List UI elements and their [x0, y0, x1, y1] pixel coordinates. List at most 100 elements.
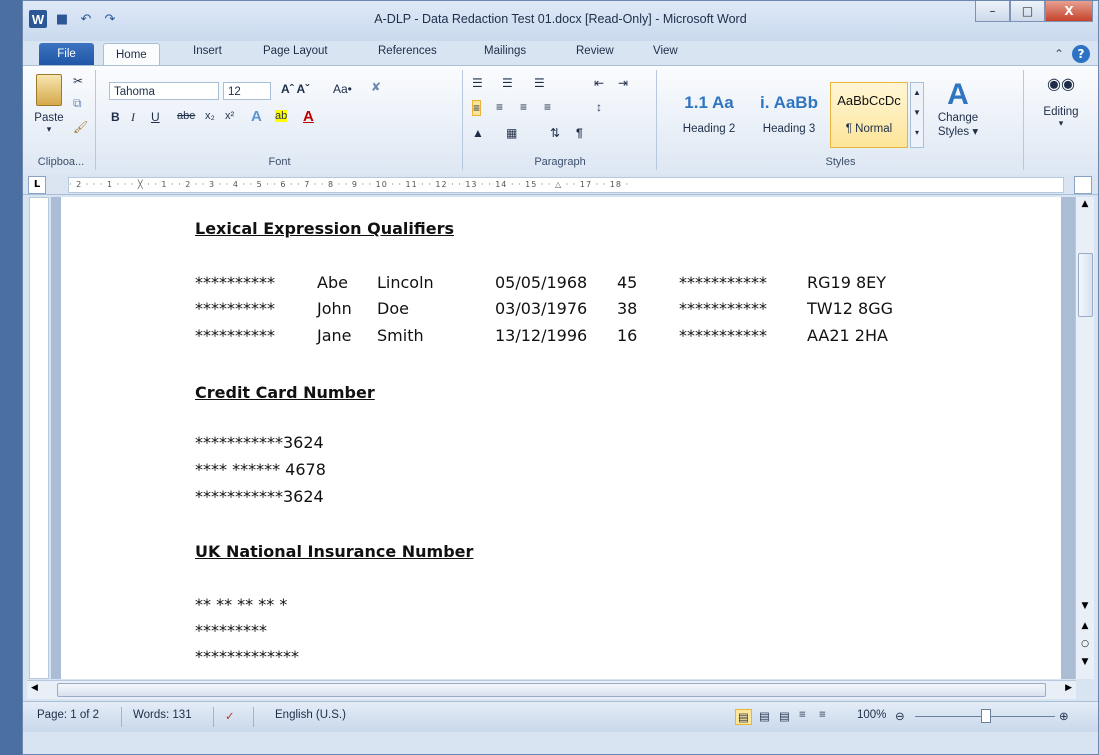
- justify-icon[interactable]: ≡: [544, 100, 551, 114]
- maximize-button[interactable]: □: [1010, 1, 1045, 22]
- row1-mask: **********: [195, 273, 275, 292]
- print-layout-icon[interactable]: ▤: [735, 709, 752, 725]
- numbering-icon[interactable]: ☰: [502, 76, 513, 90]
- zoom-out-icon[interactable]: ⊖: [895, 709, 905, 723]
- line-spacing-icon[interactable]: ↕: [596, 100, 602, 114]
- tab-selector[interactable]: L: [28, 176, 46, 194]
- highlight-icon[interactable]: ab: [275, 110, 288, 122]
- horizontal-scrollbar[interactable]: ◀ ▶: [27, 680, 1076, 699]
- help-icon[interactable]: ?: [1072, 45, 1090, 63]
- align-center-icon[interactable]: ≡: [496, 100, 503, 114]
- multilevel-list-icon[interactable]: ☰: [534, 76, 545, 90]
- style-sample: i. AaBb: [760, 93, 818, 112]
- tab-home[interactable]: Home: [103, 43, 160, 66]
- next-page-icon[interactable]: ▼: [1076, 657, 1094, 667]
- styles-scroll[interactable]: ▲ ▼ ▾: [910, 82, 924, 148]
- style-heading-3[interactable]: i. AaBb Heading 3: [750, 82, 828, 148]
- previous-page-icon[interactable]: ▲: [1076, 621, 1094, 631]
- bold-button[interactable]: B: [111, 110, 120, 124]
- align-left-icon[interactable]: ≡: [472, 100, 482, 116]
- vertical-ruler[interactable]: [29, 197, 49, 679]
- heading-credit-card-number: Credit Card Number: [195, 383, 375, 402]
- scroll-right-icon[interactable]: ▶: [1065, 683, 1072, 693]
- tab-references[interactable]: References: [378, 45, 437, 57]
- italic-button[interactable]: I: [131, 110, 135, 125]
- underline-button[interactable]: U: [151, 110, 160, 124]
- style-normal[interactable]: AaBbCcDc ¶ Normal: [830, 82, 908, 148]
- show-marks-icon[interactable]: ¶: [576, 126, 583, 140]
- cut-icon[interactable]: ✂: [73, 74, 83, 88]
- scroll-up-icon[interactable]: ▲: [1076, 199, 1094, 209]
- format-painter-icon[interactable]: 🖌: [73, 120, 88, 134]
- scroll-down-icon[interactable]: ▼: [1076, 601, 1094, 611]
- tab-review[interactable]: Review: [576, 45, 614, 57]
- grow-font-icon[interactable]: Aˆ Aˇ: [281, 82, 309, 96]
- clipboard-group: Paste ▾ ✂ ⧉ 🖌 Clipboa...: [27, 70, 96, 170]
- decrease-indent-icon[interactable]: ⇤: [594, 76, 604, 90]
- scroll-left-icon[interactable]: ◀: [31, 683, 38, 693]
- vertical-scrollbar[interactable]: ▲ ▼ ▲ ○ ▼: [1075, 197, 1094, 679]
- close-button[interactable]: X: [1045, 1, 1093, 22]
- borders-icon[interactable]: ▦: [506, 126, 517, 140]
- tab-view[interactable]: View: [653, 45, 678, 57]
- zoom-in-icon[interactable]: ⊕: [1059, 709, 1069, 723]
- subscript-button[interactable]: x₂: [205, 110, 215, 122]
- proofing-icon[interactable]: ✓: [225, 709, 235, 723]
- change-case-button[interactable]: Aa•: [333, 82, 352, 96]
- tab-file[interactable]: File: [39, 43, 94, 65]
- tab-insert[interactable]: Insert: [193, 45, 222, 57]
- outline-icon[interactable]: ≡: [799, 709, 806, 721]
- clear-formatting-icon[interactable]: ✘: [371, 80, 381, 94]
- zoom-level[interactable]: 100%: [857, 709, 886, 721]
- web-layout-icon[interactable]: ▤: [779, 709, 790, 723]
- paste-icon: [36, 74, 62, 106]
- row3-mask: **********: [195, 326, 275, 345]
- full-screen-reading-icon[interactable]: ▤: [759, 709, 770, 723]
- font-color-icon[interactable]: A: [303, 108, 314, 125]
- font-size-box[interactable]: 12: [223, 82, 271, 100]
- row1-last-name: Lincoln: [377, 273, 434, 292]
- tab-mailings[interactable]: Mailings: [484, 45, 526, 57]
- row3-first-name: Jane: [317, 326, 352, 345]
- minimize-button[interactable]: –: [975, 1, 1010, 22]
- row3-age: 16: [617, 326, 638, 345]
- minimize-ribbon-icon[interactable]: ⌃: [1054, 47, 1064, 61]
- select-browse-object-icon[interactable]: ○: [1076, 639, 1094, 649]
- clipboard-group-label: Clipboa...: [37, 156, 85, 168]
- draft-icon[interactable]: ≡: [819, 709, 826, 721]
- ribbon-tabs: File Home Insert Page Layout References …: [23, 41, 1098, 66]
- editing-label: Editing: [1043, 106, 1079, 118]
- status-separator: [253, 707, 254, 727]
- ribbon: Paste ▾ ✂ ⧉ 🖌 Clipboa... Tahoma 12 Aˆ Aˇ…: [23, 65, 1098, 175]
- bullets-icon[interactable]: ☰: [472, 76, 483, 90]
- tab-page-layout[interactable]: Page Layout: [263, 45, 328, 57]
- view-ruler-icon[interactable]: [1074, 176, 1092, 194]
- change-styles-button[interactable]: A Change Styles ▾: [930, 78, 986, 138]
- word-count[interactable]: Words: 131: [133, 709, 192, 721]
- sort-icon[interactable]: ⇅: [550, 126, 560, 140]
- font-name-box[interactable]: Tahoma: [109, 82, 219, 100]
- vertical-scroll-thumb[interactable]: [1078, 253, 1093, 317]
- horizontal-scroll-thumb[interactable]: [57, 683, 1046, 697]
- editing-button[interactable]: ◉◉ Editing ▾: [1035, 74, 1087, 129]
- row2-postcode-mask: ***********: [679, 299, 767, 318]
- row2-first-name: John: [317, 299, 352, 318]
- text-effects-icon[interactable]: A: [251, 108, 262, 125]
- style-heading-2[interactable]: 1.1 Aa Heading 2: [670, 82, 748, 148]
- document-page[interactable]: Lexical Expression Qualifiers **********…: [61, 197, 1061, 679]
- align-right-icon[interactable]: ≡: [520, 100, 527, 114]
- shading-icon[interactable]: ▲: [472, 126, 484, 140]
- style-name: Heading 2: [682, 123, 736, 135]
- increase-indent-icon[interactable]: ⇥: [618, 76, 628, 90]
- status-bar: Page: 1 of 2 Words: 131 ✓ English (U.S.)…: [23, 701, 1098, 732]
- ruler-strip[interactable]: · 2 · · · 1 · · · ╳ · · 1 · · 2 · · 3 · …: [68, 177, 1064, 193]
- zoom-slider-knob[interactable]: [981, 709, 991, 723]
- page-count[interactable]: Page: 1 of 2: [37, 709, 99, 721]
- paste-button[interactable]: Paste ▾: [31, 72, 67, 142]
- language[interactable]: English (U.S.): [275, 709, 346, 721]
- copy-icon[interactable]: ⧉: [73, 96, 82, 111]
- font-name-value: Tahoma: [114, 86, 155, 98]
- strikethrough-button[interactable]: abe: [177, 110, 195, 122]
- row1-dob: 05/05/1968: [495, 273, 588, 292]
- superscript-button[interactable]: x²: [225, 110, 234, 122]
